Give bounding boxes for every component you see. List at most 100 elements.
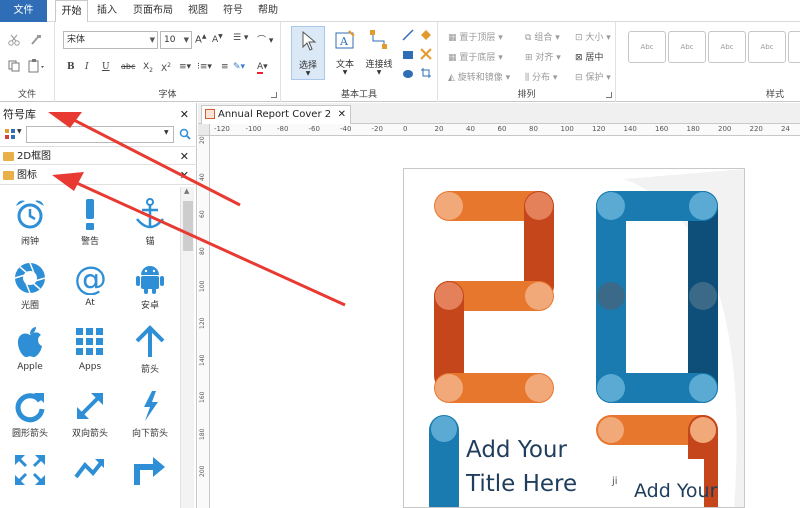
- style-swatch-2[interactable]: Abc: [668, 31, 706, 63]
- shrink-font-icon[interactable]: A▼: [212, 33, 223, 45]
- symbol-double-arrow[interactable]: 双向箭头: [60, 385, 120, 449]
- text-tool-button[interactable]: A 文本 ▼: [330, 26, 360, 80]
- bold-button[interactable]: B: [67, 62, 75, 72]
- symbol-arrow-up[interactable]: 箭头: [120, 321, 180, 385]
- tab-page-layout[interactable]: 页面布局: [128, 0, 178, 22]
- copy-icon[interactable]: [8, 60, 20, 72]
- tab-help[interactable]: 帮助: [253, 0, 283, 22]
- ruler-tick-label: 60: [199, 210, 206, 218]
- file-group: 文件: [0, 22, 55, 102]
- align-icon[interactable]: ☰ ▾: [233, 33, 248, 43]
- symbol-aperture[interactable]: 光圈: [0, 257, 60, 321]
- category-icons[interactable]: 图标 ✕: [0, 166, 197, 185]
- size-button[interactable]: ⊡ 大小 ▾: [575, 30, 611, 43]
- send-to-back-button[interactable]: ▦ 置于底层 ▾: [448, 50, 503, 63]
- line-spacing-icon[interactable]: ≡▾: [179, 62, 191, 72]
- shape-icon[interactable]: [420, 29, 432, 41]
- close-icon[interactable]: ✕: [338, 106, 346, 123]
- font-size-select[interactable]: 10 ▼: [160, 31, 192, 49]
- distribute-button[interactable]: ⫼ 分布 ▾: [525, 70, 557, 83]
- symbol-lightning-arrow[interactable]: 向下箭头: [120, 385, 180, 449]
- symbol-apps[interactable]: Apps: [60, 321, 120, 385]
- list-icon[interactable]: ≡: [221, 62, 229, 72]
- ribbon: 文件 宋体 ▼ 10 ▼ A▲ A▼ ☰ ▾ ⌒ ▾ B I U abc X2 …: [0, 22, 800, 102]
- paste-icon[interactable]: [28, 59, 46, 73]
- superscript-button[interactable]: X2: [161, 62, 171, 74]
- symbol-apple[interactable]: Apple: [0, 321, 60, 385]
- line-icon[interactable]: [402, 29, 414, 41]
- library-icon[interactable]: [4, 128, 16, 140]
- symbol-label: 双向箭头: [71, 429, 108, 439]
- protect-button[interactable]: ⊟ 保护 ▾: [575, 70, 611, 83]
- font-name-select[interactable]: 宋体 ▼: [63, 31, 158, 49]
- italic-button[interactable]: I: [85, 62, 89, 72]
- library-search-input[interactable]: [26, 126, 174, 143]
- file-group-label: 文件: [17, 90, 36, 100]
- ruler-tick-label: -80: [277, 125, 289, 133]
- symbol-zigzag-arrow[interactable]: [60, 449, 120, 508]
- category-2d-block[interactable]: 2D框图 ✕: [0, 146, 197, 165]
- tab-insert[interactable]: 插入: [92, 0, 122, 22]
- rotate-mirror-button[interactable]: ◭ 旋转和镜像 ▾: [448, 70, 510, 83]
- style-swatch-1[interactable]: Abc: [628, 31, 666, 63]
- align-button[interactable]: ⊞ 对齐 ▾: [525, 50, 561, 63]
- turn-arrow-icon: [134, 457, 165, 485]
- cover-subtitle[interactable]: Add Your: [634, 480, 717, 502]
- rectangle-icon[interactable]: [402, 49, 414, 61]
- symbol-expand[interactable]: [0, 449, 60, 508]
- scroll-up-icon[interactable]: ▲: [184, 187, 189, 195]
- bring-to-front-button[interactable]: ▦ 置于顶层 ▾: [448, 30, 503, 43]
- styles-group-label: 样式: [766, 90, 785, 100]
- chevron-down-icon: ▼: [376, 69, 382, 76]
- symbol-label: Apps: [78, 362, 102, 372]
- ellipse-icon[interactable]: [402, 68, 414, 80]
- library-scrollbar[interactable]: ▲: [180, 187, 194, 508]
- highlight-icon[interactable]: ✎▾: [233, 62, 245, 72]
- tab-symbol[interactable]: 符号: [218, 0, 248, 22]
- document-tab[interactable]: Annual Report Cover 2 ✕: [201, 105, 351, 124]
- tab-home[interactable]: 开始: [55, 0, 88, 23]
- cut-icon[interactable]: [8, 34, 20, 46]
- document-page[interactable]: [403, 168, 745, 508]
- underline-button[interactable]: U: [102, 62, 110, 72]
- close-icon[interactable]: ✕: [180, 147, 189, 166]
- connector-tool-button[interactable]: 连接线 ▼: [361, 26, 397, 80]
- tab-file[interactable]: 文件: [0, 0, 47, 22]
- cross-icon[interactable]: [420, 48, 432, 60]
- strikethrough-button[interactable]: abc: [121, 62, 135, 71]
- bullets-icon[interactable]: ⁝≡▾: [197, 62, 212, 72]
- symbol-circular-arrow[interactable]: 圆形箭头: [0, 385, 60, 449]
- cover-title-line1[interactable]: Add Your: [466, 437, 567, 463]
- font-color-icon[interactable]: A▾: [257, 62, 268, 74]
- symbol-alarm-clock[interactable]: 闹钟: [0, 193, 60, 257]
- crop-icon[interactable]: [420, 67, 432, 79]
- symbol-at-sign[interactable]: @ At: [60, 257, 120, 321]
- zigzag-arrow-icon: [74, 459, 104, 479]
- format-painter-icon[interactable]: [30, 34, 42, 46]
- symbol-android[interactable]: 安卓: [120, 257, 180, 321]
- curve-icon[interactable]: ⌒ ▾: [257, 33, 273, 46]
- symbol-turn-arrow[interactable]: [120, 449, 180, 508]
- select-tool-button[interactable]: 选择 ▼: [291, 26, 325, 80]
- arrange-launcher-icon[interactable]: [606, 92, 612, 98]
- search-icon[interactable]: [179, 128, 191, 140]
- style-swatch-3[interactable]: Abc: [708, 31, 746, 63]
- grow-font-icon[interactable]: A▲: [195, 33, 206, 45]
- center-button[interactable]: ⊠ 居中: [575, 50, 603, 63]
- close-icon[interactable]: ✕: [180, 105, 189, 125]
- tab-view[interactable]: 视图: [183, 0, 213, 22]
- scroll-thumb[interactable]: [183, 201, 193, 251]
- font-launcher-icon[interactable]: [271, 92, 277, 98]
- font-group: 宋体 ▼ 10 ▼ A▲ A▼ ☰ ▾ ⌒ ▾ B I U abc X2 X2 …: [55, 22, 281, 102]
- symbol-exclamation[interactable]: 警告: [60, 193, 120, 257]
- style-swatch-4[interactable]: Abc: [748, 31, 786, 63]
- style-swatch-5[interactable]: [788, 31, 800, 63]
- subscript-button[interactable]: X2: [143, 62, 153, 74]
- chevron-down-icon[interactable]: ▼: [17, 128, 22, 135]
- rotate-mirror-label: 旋转和镜像: [457, 73, 503, 83]
- group-button[interactable]: ⧉ 组合 ▾: [525, 30, 560, 43]
- ruler-tick-label: 20: [199, 136, 206, 144]
- close-icon[interactable]: ✕: [180, 166, 189, 185]
- cover-title-line2[interactable]: Title Here: [466, 471, 577, 497]
- symbol-anchor[interactable]: 锚: [120, 193, 180, 257]
